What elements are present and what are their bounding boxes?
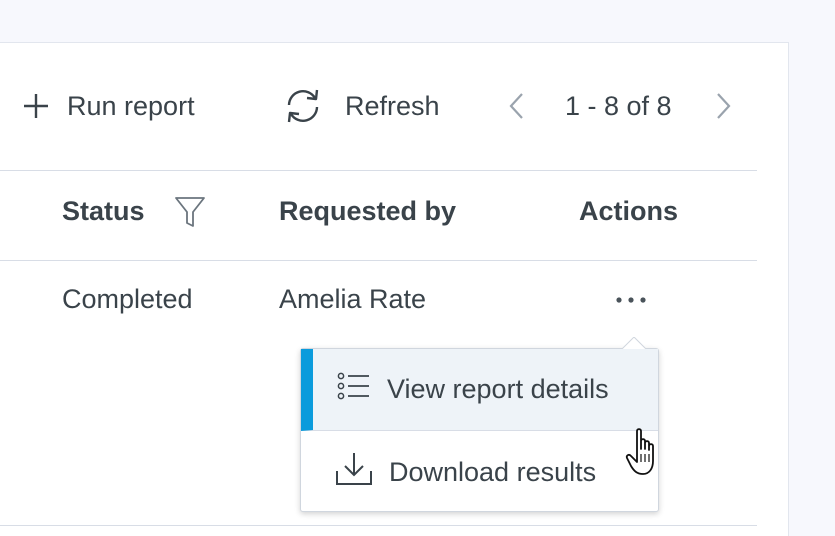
toolbar-divider [0,170,757,171]
chevron-right-icon [713,93,733,128]
list-icon [337,372,371,407]
column-header-requested-by[interactable]: Requested by [279,193,456,229]
pagination-range: 1 - 8 of 8 [565,91,672,121]
download-icon [335,451,373,494]
refresh-button[interactable]: Refresh [282,88,440,124]
refresh-label: Refresh [345,90,440,121]
download-results-label: Download results [389,456,597,487]
next-page-button[interactable] [713,88,733,129]
view-report-details-label: View report details [387,374,609,404]
run-report-button[interactable]: Run report [22,88,195,124]
run-report-label: Run report [67,90,195,121]
row-actions-button[interactable] [606,285,656,315]
plus-icon [22,92,50,120]
download-results-menu-item[interactable]: Download results [301,431,658,513]
row-actions-menu: View report details Download results [300,337,659,513]
column-header-status[interactable]: Status [62,193,145,229]
previous-page-button[interactable] [507,88,527,129]
chevron-left-icon [507,93,527,128]
column-header-actions: Actions [579,196,679,226]
toolbar: Run report Refresh 1 - 8 of 8 [0,43,757,170]
filter-icon[interactable] [174,195,206,234]
refresh-icon [282,85,324,127]
requested-by-cell: Amelia Rate [279,284,427,314]
status-cell: Completed [62,284,193,314]
row-divider [0,525,757,526]
reports-panel: Run report Refresh 1 - 8 of 8 Status Req… [0,42,789,536]
more-horizontal-icon [606,297,656,319]
header-divider [0,260,757,261]
view-report-details-menu-item[interactable]: View report details [301,349,658,431]
hand-pointer-cursor-icon [625,427,665,484]
